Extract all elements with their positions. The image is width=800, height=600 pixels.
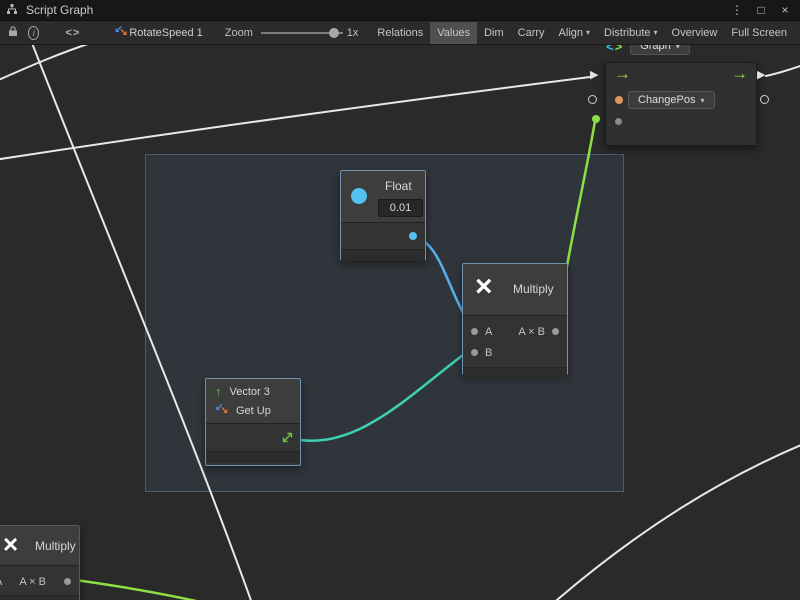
multiply-node-footer [463, 367, 567, 379]
float-node-body [341, 223, 425, 249]
partial-multiply-ports: A A × B [0, 566, 79, 595]
partial-multiply-footer [0, 595, 79, 600]
lock-icon[interactable] [8, 25, 18, 40]
multiply-output-port[interactable] [552, 328, 559, 335]
window-title: Script Graph [26, 3, 93, 17]
dim-button[interactable]: Dim [477, 22, 511, 44]
align-button[interactable]: Align ▾ [552, 22, 597, 44]
relations-button[interactable]: Relations [370, 22, 430, 44]
unconnected-port-left[interactable] [588, 95, 597, 104]
vector3-node-title: Vector 3 [230, 386, 270, 398]
zoom-value: 1x [347, 27, 359, 39]
vector3-node-body [206, 424, 300, 451]
get-up-label: Get Up [236, 405, 271, 417]
carry-button[interactable]: Carry [511, 22, 552, 44]
multiply-node-partial[interactable]: × Multiply A A × B [0, 525, 80, 600]
vector3-get-up-node[interactable]: ↑ Vector 3 ↙ ↘ Get Up [205, 378, 301, 466]
chevron-down-icon: ▾ [654, 28, 658, 37]
multiply-icon: × [475, 270, 493, 304]
zoom-slider[interactable] [261, 26, 343, 40]
flow-out-arrow-icon[interactable]: → [731, 64, 748, 84]
value-port[interactable] [615, 118, 622, 125]
chevron-down-icon: ▾ [701, 96, 705, 105]
multiply-port-row-a: A A × B [463, 321, 567, 342]
multiply-node-ports: A A × B B [463, 316, 567, 367]
script-graph-icon [6, 3, 18, 18]
vector3-node-footer [206, 451, 300, 463]
values-button[interactable]: Values [430, 22, 477, 44]
graph-toolbar: i <> ↙ ↘ RotateSpeed 1 Zoom 1x Relations… [0, 21, 800, 45]
distribute-button-label: Distribute [604, 27, 650, 39]
partial-multiply-title: Multiply [35, 539, 76, 553]
close-icon[interactable]: × [776, 3, 794, 17]
rotate-speed-icon: ↙ ↘ [114, 26, 125, 39]
partial-multiply-header: × Multiply [0, 526, 79, 566]
vector3-title-row: ↑ Vector 3 [206, 382, 300, 401]
multiply-input-b-port[interactable] [471, 349, 478, 356]
chevron-down-icon: ▾ [586, 28, 590, 37]
flow-connection-arrow-left: ▶ [590, 70, 598, 81]
partial-multiply-port-row: A A × B [0, 571, 79, 592]
multiply-node[interactable]: × Multiply A A × B B [462, 263, 568, 375]
zoom-slider-handle[interactable] [329, 28, 339, 38]
multiply-icon: × [3, 528, 18, 560]
graph-group-node[interactable]: → → ChangePos ▾ [605, 62, 757, 146]
rotate-speed-icon-orange-arrow: ↘ [119, 27, 127, 38]
multiply-output-label: A × B [518, 326, 545, 338]
maximize-icon[interactable]: □ [752, 3, 770, 17]
code-icon[interactable]: <> [65, 27, 80, 39]
graph-reference[interactable]: RotateSpeed 1 [129, 27, 202, 39]
get-direction-orange-arrow: ↘ [220, 405, 228, 416]
partial-multiply-output-port[interactable] [64, 578, 71, 585]
multiply-port-row-b: B [463, 342, 567, 363]
script-graph-window: Script Graph ⋮ □ × i <> ↙ ↘ RotateSpeed … [0, 0, 800, 600]
kebab-menu-icon[interactable]: ⋮ [728, 3, 746, 17]
distribute-button[interactable]: Distribute ▾ [597, 22, 664, 44]
get-up-row: ↙ ↘ Get Up [206, 401, 300, 420]
float-icon [351, 188, 367, 204]
titlebar: Script Graph ⋮ □ × [0, 0, 800, 21]
vector3-icon: ↑ [215, 384, 222, 399]
float-node[interactable]: Float 0.01 [340, 170, 426, 261]
float-value-field[interactable]: 0.01 [378, 199, 423, 217]
align-button-label: Align [559, 27, 583, 39]
unconnected-port-right[interactable] [760, 95, 769, 104]
multiply-node-header: × Multiply [463, 264, 567, 316]
full-screen-button[interactable]: Full Screen [724, 22, 794, 44]
flow-connection-arrow-right: ▶ [757, 70, 765, 81]
multiply-node-title: Multiply [513, 282, 554, 296]
partial-multiply-input-a-label: A [0, 576, 2, 588]
connected-green-port[interactable] [592, 115, 600, 123]
get-direction-icon: ↙ ↘ [215, 404, 228, 417]
zoom-label: Zoom [225, 27, 253, 39]
float-node-title: Float [385, 179, 412, 193]
multiply-input-a-port[interactable] [471, 328, 478, 335]
float-node-footer [341, 249, 425, 261]
variable-dropdown[interactable]: ChangePos ▾ [628, 91, 715, 109]
partial-multiply-output-label: A × B [19, 576, 46, 588]
vector3-node-header: ↑ Vector 3 ↙ ↘ Get Up [206, 379, 300, 424]
flow-in-arrow-icon[interactable]: → [614, 64, 631, 84]
multiply-input-a-label: A [485, 326, 492, 338]
vector-output-port[interactable] [281, 431, 294, 444]
float-output-port[interactable] [409, 232, 417, 240]
variable-dropdown-label: ChangePos [638, 94, 696, 106]
float-node-header: Float 0.01 [341, 171, 425, 223]
variable-port[interactable] [615, 96, 623, 104]
overview-button[interactable]: Overview [665, 22, 725, 44]
multiply-input-b-label: B [485, 347, 492, 359]
info-icon[interactable]: i [28, 26, 39, 40]
